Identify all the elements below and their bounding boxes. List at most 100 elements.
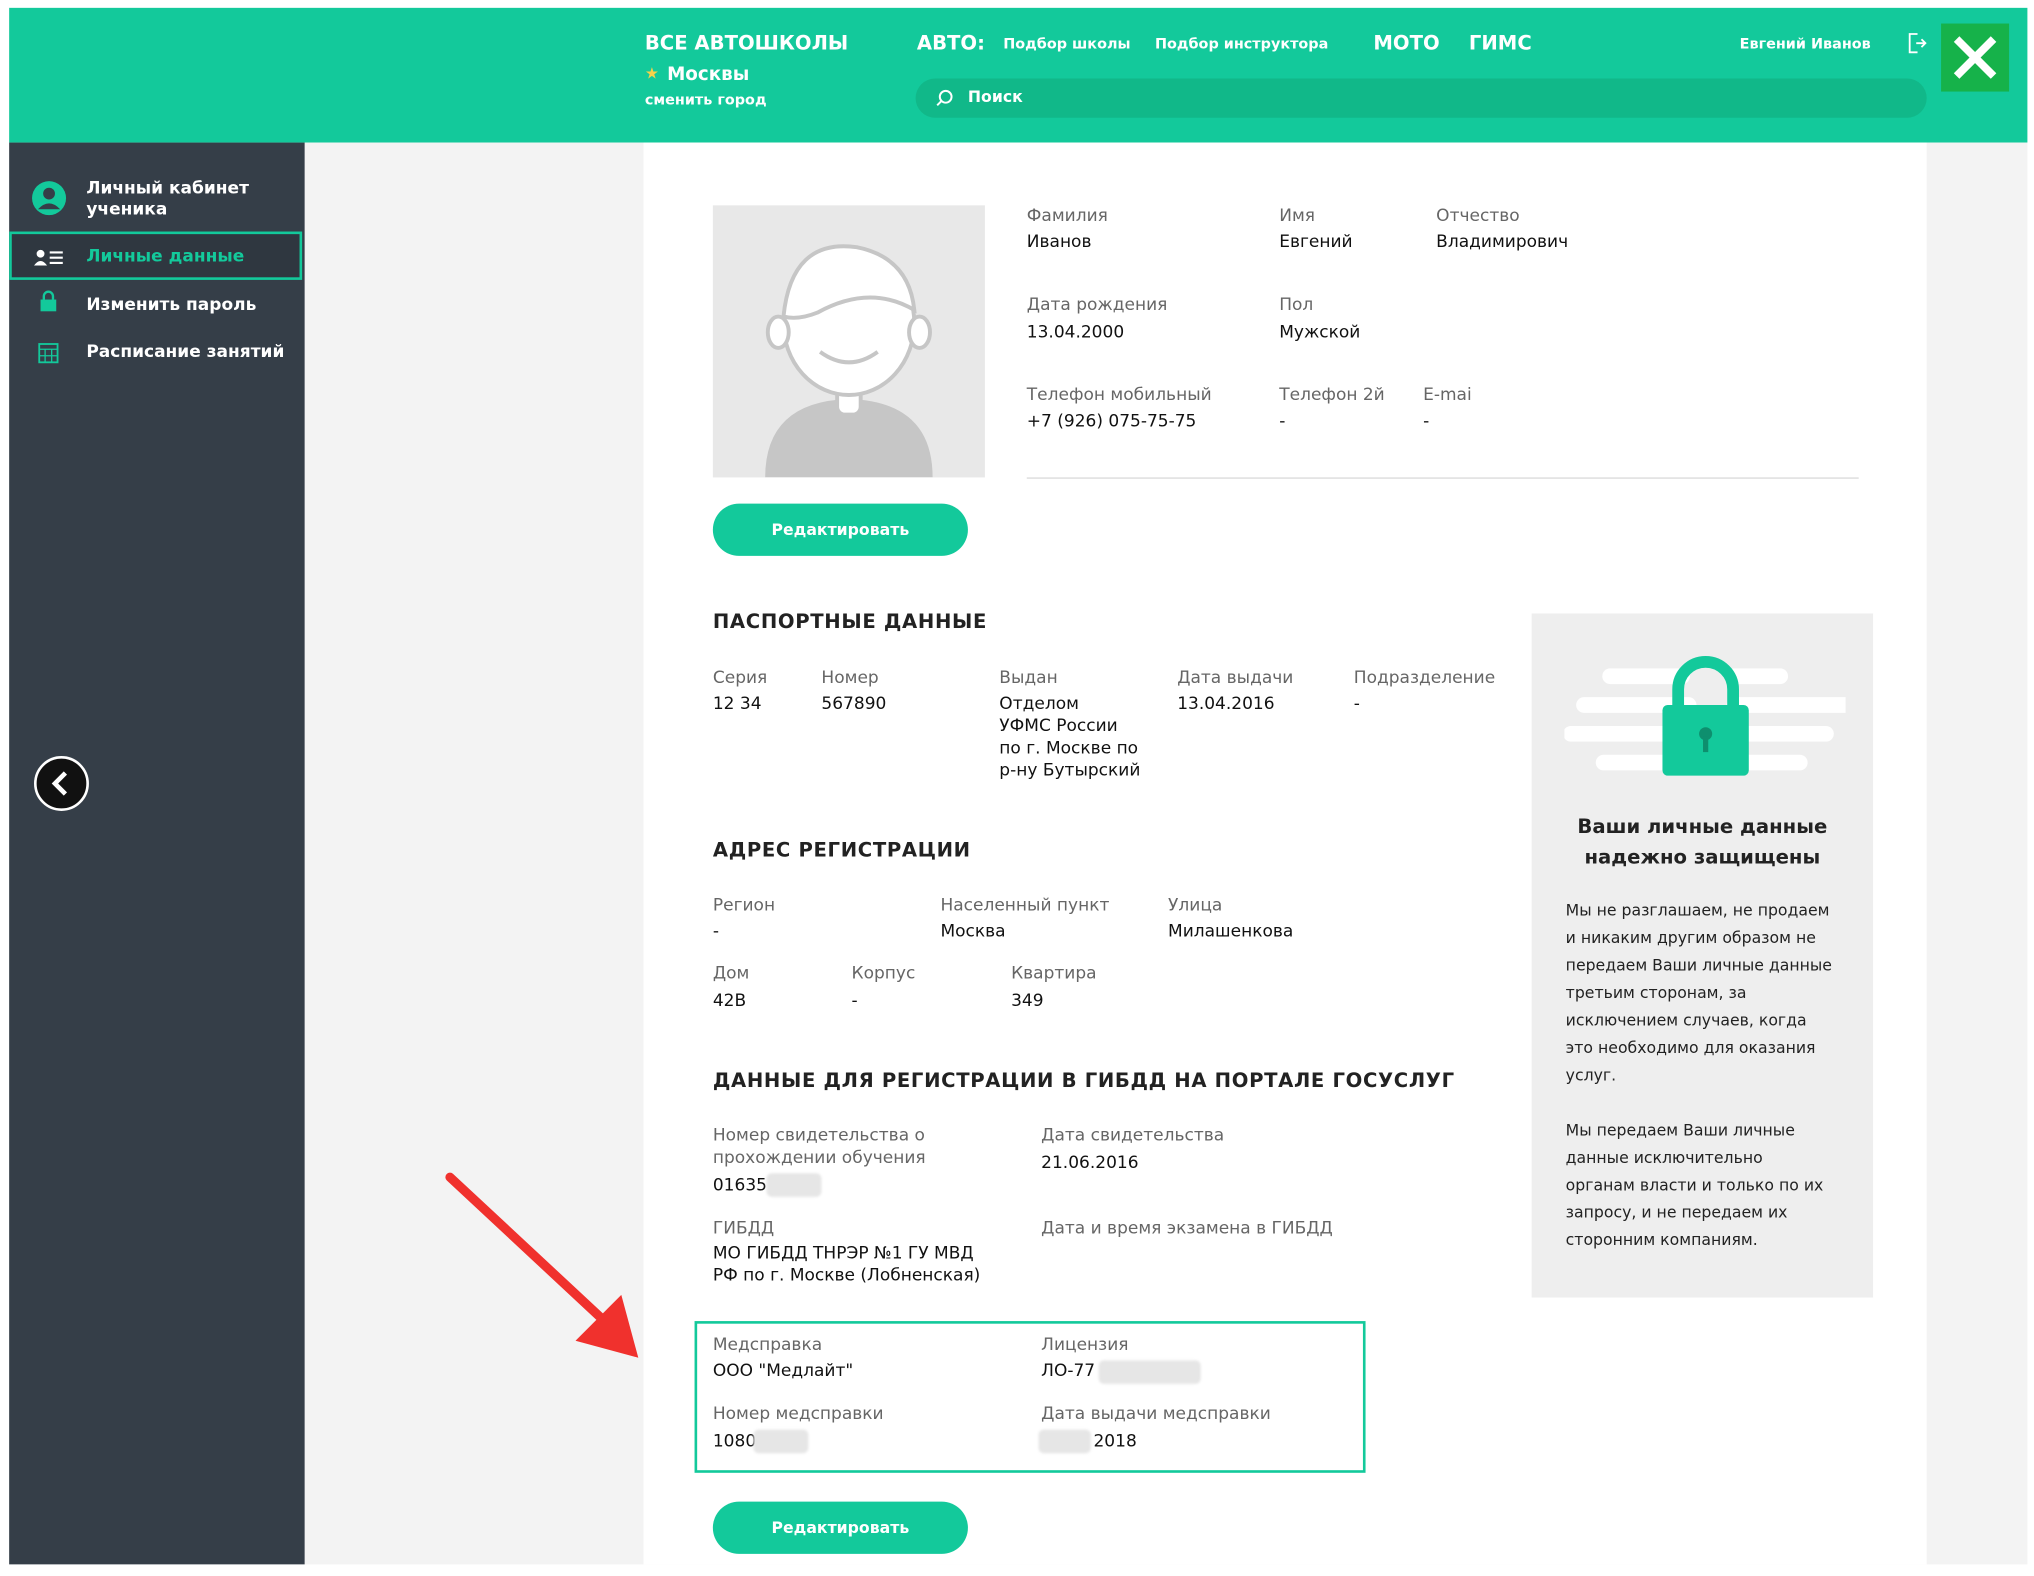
redacted-blur: [753, 1429, 809, 1454]
account-icon: [31, 181, 67, 222]
sidebar-subtitle: ученика: [86, 200, 168, 220]
med-value: ООО "Медлайт": [712, 1361, 854, 1382]
screenshot-frame: ВСЕ АВТОШКОЛЫ ★ Москвы сменить город АВТ…: [0, 0, 2034, 1576]
chevron-left-icon: [51, 771, 68, 796]
gender-label: Пол: [1279, 295, 1314, 316]
lock-icon: [39, 290, 57, 317]
privacy-line: Мы не разглашаем, не продаем: [1565, 901, 1830, 920]
privacy-line: передаем Ваши личные данные: [1565, 956, 1832, 975]
logout-icon[interactable]: [1907, 31, 1928, 60]
mobile-label: Телефон мобильный: [1026, 385, 1212, 406]
sidebar-item-schedule[interactable]: Расписание занятий: [86, 343, 284, 363]
city-name: Москвы: [667, 64, 750, 86]
dept-label: Подразделение: [1353, 668, 1496, 689]
birth-value: 13.04.2000: [1026, 323, 1125, 343]
cert-value: 01635: [712, 1175, 767, 1196]
privacy-line: это необходимо для оказания: [1565, 1038, 1816, 1057]
divider: [1026, 477, 1859, 479]
privacy-line: сторонним компаниям.: [1565, 1230, 1758, 1250]
edit-gibdd-button[interactable]: Редактировать: [712, 1501, 968, 1554]
patronymic-value: Владимирович: [1436, 232, 1569, 253]
series-label: Серия: [712, 668, 768, 689]
privacy-panel: Ваши личные данные надежно защищены Мы н…: [1531, 613, 1874, 1298]
all-schools-link[interactable]: ВСЕ АВТОШКОЛЫ: [645, 31, 848, 55]
med-number-value: 1080: [712, 1432, 757, 1452]
street-value: Милашенкова: [1168, 922, 1294, 942]
cloud-lock-icon: [1564, 655, 1846, 776]
sidebar-item-change-password[interactable]: Изменить пароль: [86, 296, 256, 316]
id-card-icon: [33, 247, 64, 272]
calendar-icon: [38, 343, 59, 369]
cert-date-value: 21.06.2016: [1041, 1153, 1139, 1174]
series-value: 12 34: [712, 694, 762, 715]
privacy-line: и никаким другим образом не: [1565, 928, 1816, 947]
building-label: Корпус: [851, 963, 916, 984]
redacted-blur: [1098, 1360, 1201, 1384]
red-arrow-annotation: [445, 1172, 639, 1358]
star-icon: ★: [644, 64, 659, 83]
collapse-sidebar-button[interactable]: [34, 756, 89, 811]
privacy-line: органам власти и только по их: [1565, 1175, 1824, 1195]
search-placeholder: Поиск: [967, 87, 1023, 106]
med-number-label: Номер медсправки: [712, 1404, 884, 1425]
surname-label: Фамилия: [1026, 206, 1108, 227]
issued-line-1: Отделом: [999, 694, 1079, 715]
passport-heading: ПАСПОРТНЫЕ ДАННЫЕ: [712, 609, 988, 634]
building-value: -: [851, 991, 858, 1012]
birth-label: Дата рождения: [1026, 295, 1168, 316]
gims-link[interactable]: ГИМС: [1469, 31, 1532, 55]
privacy-paragraph-2: Мы передаем Ваши личные данные исключите…: [1566, 1117, 1824, 1254]
privacy-line: исключением случаев, когда: [1565, 1011, 1807, 1030]
name-value: Евгений: [1279, 232, 1353, 253]
issue-date-label: Дата выдачи: [1177, 668, 1294, 689]
mobile-value: +7 (926) 075-75-75: [1026, 412, 1197, 432]
gibdd-label: ГИБДД: [712, 1219, 775, 1239]
gender-value: Мужской: [1279, 323, 1361, 343]
cert-date-label: Дата свидетельства: [1041, 1126, 1225, 1146]
dept-value: -: [1353, 694, 1360, 715]
issued-label: Выдан: [999, 668, 1058, 689]
sidebar-title: Личный кабинет: [86, 179, 249, 199]
nav-school-link[interactable]: Подбор школы: [1003, 35, 1130, 52]
close-button[interactable]: [1941, 23, 2010, 92]
cert-label-line-1: Номер свидетельства о: [712, 1126, 925, 1146]
house-value: 42В: [712, 991, 747, 1012]
privacy-line: Мы передаем Ваши личные: [1565, 1120, 1795, 1140]
gibdd-line-2: РФ по г. Москве (Лобненская): [712, 1266, 981, 1286]
gibdd-line-1: МО ГИБДД ТНРЭР №1 ГУ МВД: [712, 1243, 974, 1264]
edit-profile-button[interactable]: Редактировать: [712, 503, 968, 556]
auto-label: АВТО:: [916, 31, 985, 55]
phone2-value: -: [1279, 412, 1286, 432]
moto-link[interactable]: МОТО: [1373, 31, 1439, 55]
email-value: -: [1423, 412, 1430, 432]
sidebar-item-label: Личные данные: [86, 247, 245, 267]
cert-label-line-2: прохождении обучения: [712, 1148, 926, 1169]
privacy-line: услуг.: [1565, 1066, 1617, 1085]
region-value: -: [712, 922, 720, 942]
privacy-line: данные исключительно: [1565, 1148, 1763, 1167]
privacy-paragraph-1: Мы не разглашаем, не продаем и никаким д…: [1566, 897, 1832, 1089]
name-label: Имя: [1279, 206, 1316, 227]
user-name[interactable]: Евгений Иванов: [1740, 35, 1871, 52]
issued-line-4: р-ну Бутырский: [999, 761, 1141, 781]
nav-instructor-link[interactable]: Подбор инструктора: [1155, 35, 1328, 52]
phone2-label: Телефон 2й: [1279, 385, 1385, 406]
avatar: [712, 205, 985, 478]
privacy-line: запросу, и не передаем их: [1565, 1203, 1788, 1222]
issued-line-2: УФМС России: [999, 716, 1118, 737]
house-label: Дом: [712, 963, 750, 984]
flat-value: 349: [1011, 991, 1044, 1012]
search-input[interactable]: Поиск: [915, 78, 1927, 118]
street-label: Улица: [1168, 895, 1223, 916]
privacy-title-line-1: Ваши личные данные: [1577, 814, 1828, 839]
locality-label: Населенный пункт: [940, 895, 1110, 916]
license-label: Лицензия: [1041, 1335, 1129, 1356]
top-header: [9, 7, 2028, 143]
change-city-link[interactable]: сменить город: [645, 92, 767, 109]
redacted-blur: [766, 1173, 822, 1197]
number-value: 567890: [821, 694, 887, 715]
patronymic-label: Отчество: [1436, 206, 1520, 227]
close-icon: [1953, 36, 1997, 79]
number-label: Номер: [821, 668, 879, 689]
redacted-blur: [1038, 1429, 1091, 1454]
